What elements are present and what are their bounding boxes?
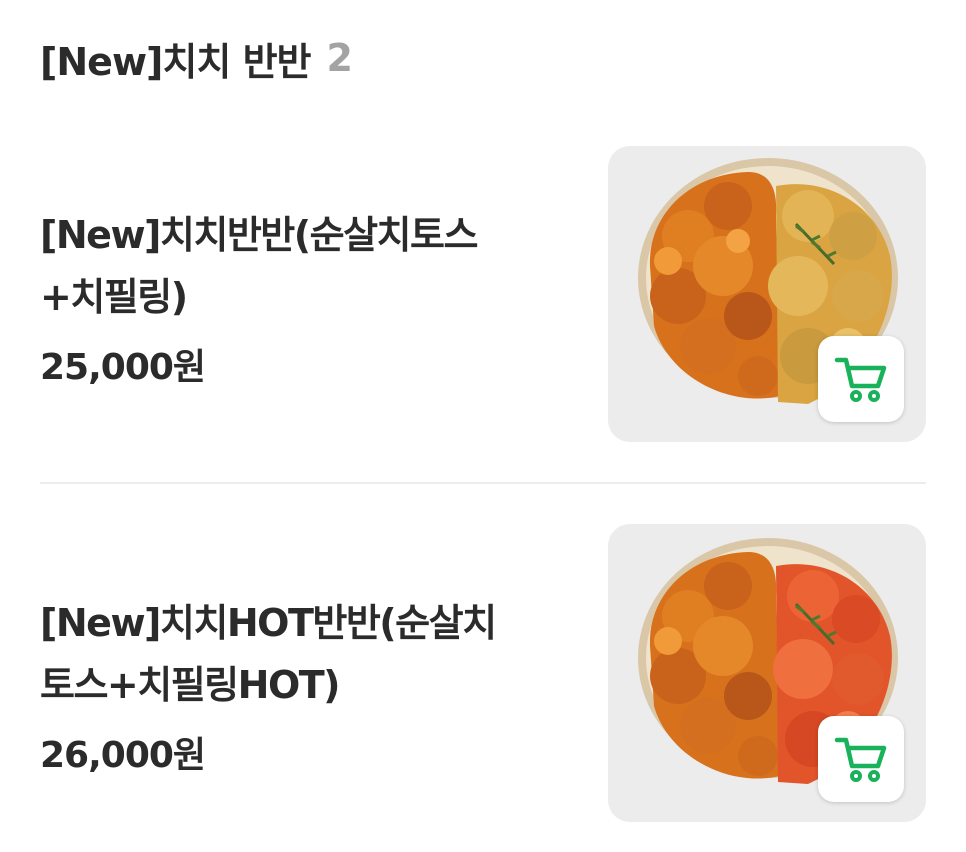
menu-item-name: [New]치치반반(순살치토스 +치필링) [40, 204, 560, 328]
menu-item-name-line2: 토스+치필링HOT) [40, 663, 341, 707]
item-divider [40, 482, 926, 484]
menu-item-image[interactable] [608, 146, 926, 442]
section-title: [New]치치 반반 [40, 39, 311, 84]
menu-item-name: [New]치치HOT반반(순살치 토스+치필링HOT) [40, 592, 560, 716]
menu-item[interactable]: [New]치치HOT반반(순살치 토스+치필링HOT) 26,000원 [40, 524, 926, 822]
menu-item-price: 26,000원 [40, 735, 206, 776]
cart-icon [834, 737, 887, 782]
menu-item-name-line1: [New]치치반반(순살치토스 [40, 213, 478, 257]
menu-item-name-line2: +치필링) [40, 275, 188, 319]
cart-icon [834, 357, 887, 402]
menu-item[interactable]: [New]치치반반(순살치토스 +치필링) 25,000원 [40, 146, 926, 442]
section-header: [New]치치 반반 2 [40, 30, 353, 86]
menu-item-name-line1: [New]치치HOT반반(순살치 [40, 601, 497, 645]
add-to-cart-button[interactable] [818, 336, 904, 422]
add-to-cart-button[interactable] [818, 716, 904, 802]
menu-item-price: 25,000원 [40, 347, 206, 388]
menu-item-info[interactable]: [New]치치HOT반반(순살치 토스+치필링HOT) 26,000원 [40, 592, 560, 778]
menu-item-info[interactable]: [New]치치반반(순살치토스 +치필링) 25,000원 [40, 204, 560, 390]
menu-item-image[interactable] [608, 524, 926, 822]
section-item-count: 2 [326, 36, 353, 80]
